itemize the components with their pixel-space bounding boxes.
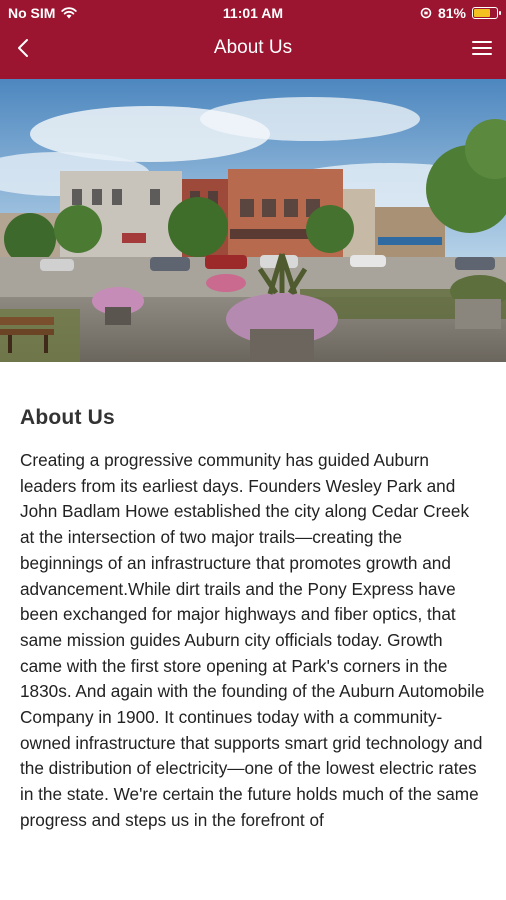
hero-image <box>0 79 506 362</box>
battery-icon <box>472 7 501 19</box>
nav-bar: About Us <box>0 28 506 79</box>
hamburger-menu-icon[interactable] <box>470 36 494 60</box>
orientation-lock-icon <box>420 7 432 19</box>
battery-percent: 81% <box>437 5 466 21</box>
status-bar: No SIM 11:01 AM 81% <box>0 0 506 28</box>
section-heading: About Us <box>20 406 115 429</box>
status-right: 81% <box>420 5 501 21</box>
battery-fill <box>474 9 490 17</box>
downtown-street-photo <box>0 79 506 362</box>
page-title: About Us <box>213 37 293 58</box>
app-header: No SIM 11:01 AM 81% About Us <box>0 0 506 79</box>
content: About Us Creating a progressive communit… <box>0 406 506 834</box>
about-paragraph: Creating a progressive community has gui… <box>20 450 485 830</box>
